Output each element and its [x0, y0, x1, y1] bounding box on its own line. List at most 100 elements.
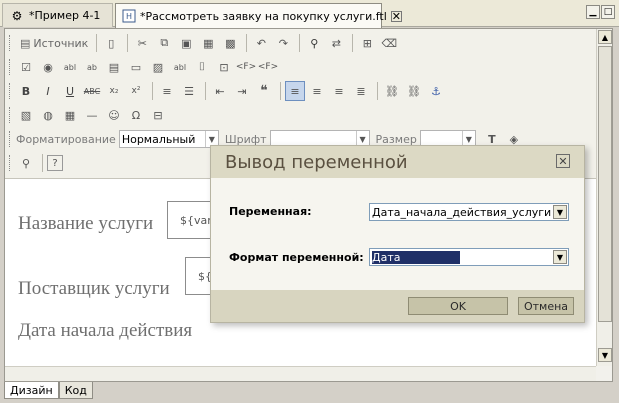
blockquote-icon[interactable]: ❝ — [254, 81, 274, 101]
special-char-icon[interactable]: Ω — [126, 105, 146, 125]
format-value: Нормальный — [121, 132, 196, 146]
toolbar-separator — [152, 82, 153, 100]
variable-icon[interactable]: <F> — [258, 57, 278, 77]
bold-icon[interactable]: B — [16, 81, 36, 101]
form-icon[interactable]: ⊡ — [214, 57, 234, 77]
toolbar-separator — [42, 154, 43, 172]
underline-icon[interactable]: U — [60, 81, 80, 101]
find-icon[interactable]: ⚲ — [304, 33, 324, 53]
paste-text-icon[interactable]: ▦ — [198, 33, 218, 53]
toolbar-grip — [9, 35, 12, 51]
attribute-icon[interactable]: ⌷ — [192, 57, 212, 77]
toolbar-row-6: ⚲ ? — [9, 152, 65, 174]
format-label: Форматирование — [16, 132, 116, 146]
align-justify-icon[interactable]: ≣ — [351, 81, 371, 101]
toolbar-separator — [246, 34, 248, 52]
help-icon[interactable]: ? — [47, 155, 63, 171]
superscript-icon[interactable]: x² — [126, 81, 146, 101]
image-icon[interactable]: ▧ — [16, 105, 36, 125]
vertical-scrollbar[interactable]: ▲ ▼ — [596, 29, 612, 366]
outdent-icon[interactable]: ⇤ — [210, 81, 230, 101]
align-right-icon[interactable]: ≡ — [329, 81, 349, 101]
indent-icon[interactable]: ⇥ — [232, 81, 252, 101]
scrollbar-thumb[interactable] — [598, 46, 612, 322]
font-label: Шрифт — [224, 132, 267, 146]
preview-icon[interactable]: ⚲ — [16, 153, 36, 173]
flash-icon[interactable]: ◍ — [38, 105, 58, 125]
textarea-icon[interactable]: ab — [82, 57, 102, 77]
field1-label: Название услуги — [18, 213, 154, 234]
toolbar-separator — [205, 82, 206, 100]
tag-icon[interactable]: <F> — [236, 57, 256, 77]
undo-icon[interactable]: ↶ — [251, 33, 271, 53]
horizontal-rule-icon[interactable]: — — [82, 105, 102, 125]
redo-icon[interactable]: ↷ — [273, 33, 293, 53]
scroll-up-icon[interactable]: ▲ — [598, 30, 612, 44]
paste-icon[interactable]: ▣ — [176, 33, 196, 53]
align-left-icon[interactable]: ≡ — [285, 81, 305, 101]
toolbar-row-3: B I U ABC x₂ x² ≡ ☰ ⇤ ⇥ ❝ ≡ ≡ ≡ ≣ ⛓ ⛓ ⚓ — [9, 80, 448, 102]
remove-format-icon[interactable]: ⌫ — [379, 33, 399, 53]
gear-icon: ⚙ — [11, 8, 23, 23]
chevron-down-icon: ▼ — [553, 205, 567, 219]
window-controls: ▁ □ — [586, 5, 615, 19]
checkbox-icon[interactable]: ☑ — [16, 57, 36, 77]
variable-select[interactable]: Дата_начала_действия_услуги ▼ — [369, 203, 569, 221]
close-icon[interactable]: ✕ — [556, 154, 570, 168]
smiley-icon[interactable]: ☺ — [104, 105, 124, 125]
horizontal-scrollbar[interactable] — [5, 366, 596, 381]
source-icon: ▤ — [20, 36, 31, 50]
radio-icon[interactable]: ◉ — [38, 57, 58, 77]
italic-icon[interactable]: I — [38, 81, 58, 101]
close-tab-icon[interactable]: ✕ — [390, 10, 402, 22]
image-button-icon[interactable]: ▨ — [148, 57, 168, 77]
toolbar-grip — [9, 59, 12, 75]
link-icon[interactable]: ⛓ — [382, 81, 402, 101]
tab-example-4-1[interactable]: ⚙ *Пример 4-1 — [2, 3, 113, 27]
toolbar-separator — [96, 34, 98, 52]
page-break-icon[interactable]: ⊟ — [148, 105, 168, 125]
ordered-list-icon[interactable]: ≡ — [157, 81, 177, 101]
hidden-field-icon[interactable]: abl — [170, 57, 190, 77]
dialog-footer: OK Отмена — [211, 290, 584, 322]
tab-label: *Пример 4-1 — [29, 9, 101, 22]
format-variable-label: Формат переменной: — [229, 251, 364, 264]
copy-icon[interactable]: ⧉ — [154, 33, 174, 53]
format-variable-select[interactable]: Дата ▼ — [369, 248, 569, 266]
maximize-icon[interactable]: □ — [601, 5, 615, 19]
subscript-icon[interactable]: x₂ — [104, 81, 124, 101]
toolbar-separator — [352, 34, 354, 52]
replace-icon[interactable]: ⇄ — [326, 33, 346, 53]
tab-code[interactable]: Код — [58, 382, 93, 399]
scroll-down-icon[interactable]: ▼ — [598, 348, 612, 362]
source-button[interactable]: ▤ Источник — [16, 37, 92, 50]
tab-design[interactable]: Дизайн — [4, 382, 59, 399]
table-icon[interactable]: ▦ — [60, 105, 80, 125]
select-field-icon[interactable]: ▤ — [104, 57, 124, 77]
source-label: Источник — [33, 36, 89, 50]
editor-mode-tabs: Дизайн Код — [4, 382, 93, 400]
ok-button[interactable]: OK — [408, 297, 508, 315]
format-select[interactable]: Нормальный ▼ — [118, 130, 219, 148]
anchor-icon[interactable]: ⚓ — [426, 81, 446, 101]
dialog-title: Вывод переменной — [225, 151, 408, 173]
toolbar-grip — [9, 107, 12, 123]
toolbar-separator — [127, 34, 129, 52]
toolbar-grip — [9, 155, 12, 171]
tab-label: *Рассмотреть заявку на покупку услуги.ft… — [140, 9, 387, 23]
cancel-button[interactable]: Отмена — [518, 297, 574, 315]
button-field-icon[interactable]: ▭ — [126, 57, 146, 77]
variable-output-dialog: Вывод переменной ✕ Переменная: Дата_нача… — [210, 145, 585, 323]
select-all-icon[interactable]: ⊞ — [357, 33, 377, 53]
new-page-icon[interactable]: ▯ — [101, 33, 121, 53]
minimize-icon[interactable]: ▁ — [586, 5, 600, 19]
tab-ftl-file[interactable]: H *Рассмотреть заявку на покупку услуги.… — [115, 3, 402, 28]
dialog-title-bar[interactable]: Вывод переменной — [211, 146, 584, 178]
strike-icon[interactable]: ABC — [82, 81, 102, 101]
paste-word-icon[interactable]: ▩ — [220, 33, 240, 53]
cut-icon[interactable]: ✂ — [132, 33, 152, 53]
unlink-icon[interactable]: ⛓ — [404, 81, 424, 101]
unordered-list-icon[interactable]: ☰ — [179, 81, 199, 101]
textfield-icon[interactable]: abl — [60, 57, 80, 77]
align-center-icon[interactable]: ≡ — [307, 81, 327, 101]
